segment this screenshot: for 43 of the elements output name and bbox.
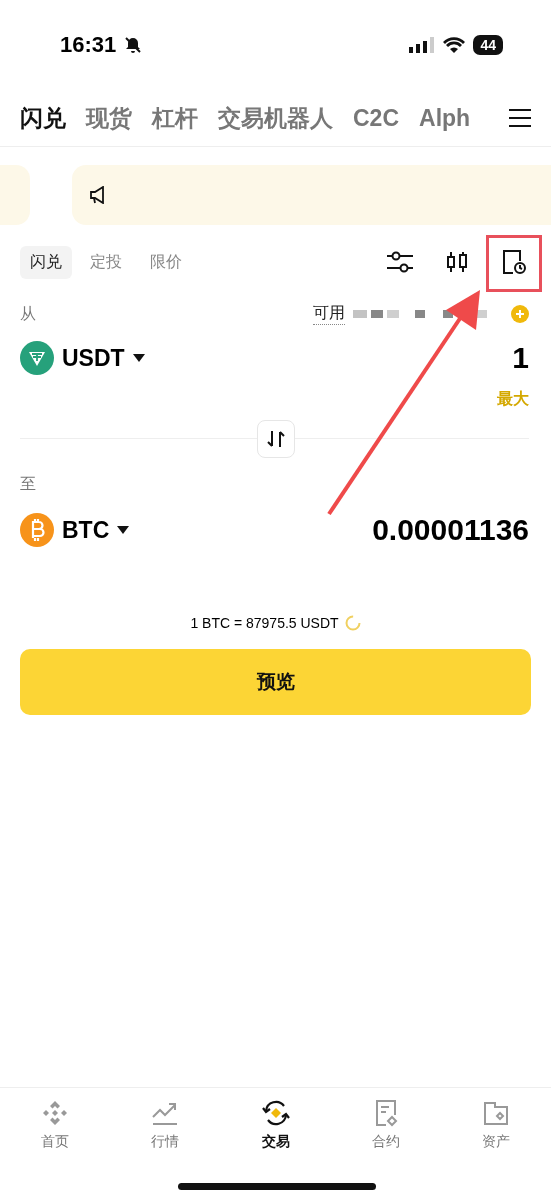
- amount-input[interactable]: 1: [512, 341, 529, 375]
- nav-tab[interactable]: 首页: [0, 1098, 111, 1152]
- menu-icon[interactable]: [509, 109, 531, 127]
- coin-selector[interactable]: USDT: [62, 344, 125, 372]
- sliders-icon[interactable]: [387, 250, 413, 274]
- converted-amount: 0.00001136: [372, 513, 529, 547]
- swap-arrows-icon: [266, 430, 285, 448]
- highlight-frame: [486, 235, 542, 292]
- market-tab[interactable]: 现货: [86, 102, 132, 134]
- nav-tab[interactable]: 交易: [220, 1098, 331, 1152]
- exchange-rate: 1 BTC = 87975.5 USDT: [190, 615, 339, 631]
- swap-button[interactable]: [256, 420, 295, 458]
- battery-level: 44: [473, 35, 503, 55]
- market-tab[interactable]: Alph: [419, 104, 471, 132]
- preview-button[interactable]: 预览: [20, 649, 531, 715]
- candlestick-icon[interactable]: [445, 250, 469, 274]
- document-clock-icon[interactable]: [501, 249, 527, 275]
- wallet-icon: [481, 1099, 510, 1127]
- diamond-logo-icon: [41, 1099, 70, 1127]
- mode-tab[interactable]: 限价: [140, 245, 192, 279]
- mode-tab[interactable]: 定投: [80, 245, 132, 279]
- market-tab[interactable]: 交易机器人: [218, 102, 333, 134]
- from-label: 从: [20, 303, 36, 324]
- to-label: 至: [20, 474, 37, 494]
- market-tab[interactable]: 闪兑: [20, 102, 66, 134]
- bell-muted-icon: [124, 36, 143, 54]
- nav-tab[interactable]: 合约: [330, 1098, 441, 1152]
- nav-tab[interactable]: 资产: [440, 1098, 551, 1152]
- tether-coin-icon: [20, 341, 54, 375]
- exchange-icon: [259, 1099, 292, 1127]
- caret-icon[interactable]: [117, 526, 130, 534]
- caret-icon[interactable]: [132, 354, 145, 362]
- market-tab[interactable]: 杠杆: [152, 102, 198, 134]
- coin-selector[interactable]: BTC: [62, 516, 110, 544]
- wifi-icon: [443, 37, 466, 53]
- available-label: 可用: [313, 303, 345, 325]
- nav-tab[interactable]: 行情: [110, 1098, 221, 1152]
- market-tab[interactable]: C2C: [353, 104, 399, 132]
- clock-time: 16:31: [60, 32, 117, 58]
- signal-icon: [409, 37, 436, 53]
- loading-spinner-icon: [344, 615, 361, 631]
- bitcoin-coin-icon: [20, 513, 54, 547]
- mode-tab[interactable]: 闪兑: [20, 245, 72, 279]
